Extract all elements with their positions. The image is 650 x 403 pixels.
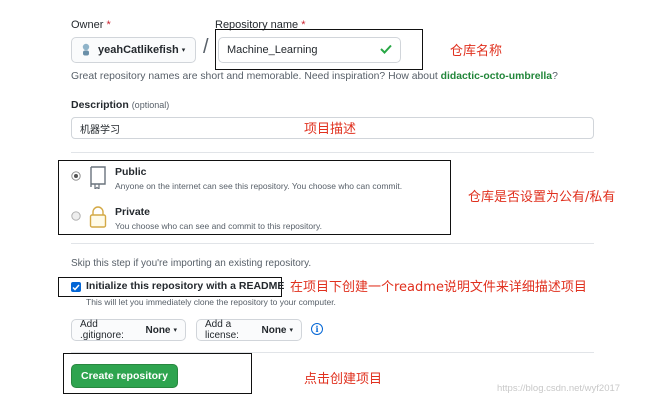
- readme-description: This will let you immediately clone the …: [86, 297, 336, 307]
- lock-icon: [88, 205, 108, 234]
- readme-label: Initialize this repository with a README: [86, 280, 285, 292]
- owner-dropdown[interactable]: yeahCatlikefish ▾: [71, 37, 196, 63]
- repo-icon: [88, 165, 108, 194]
- license-button[interactable]: Add a license: None ▾: [196, 319, 302, 341]
- private-radio[interactable]: [71, 208, 81, 226]
- annotation-description: 项目描述: [304, 122, 357, 137]
- gitignore-prefix: Add .gitignore:: [80, 319, 124, 341]
- avatar: [80, 43, 92, 57]
- caret-down-icon: ▾: [181, 47, 186, 54]
- annotation-readme: 在项目下创建一个readme说明文件来详细描述项目: [290, 280, 587, 295]
- license-value: None: [261, 324, 287, 336]
- readme-checkbox[interactable]: [71, 282, 81, 292]
- public-description: Anyone on the internet can see this repo…: [115, 181, 403, 191]
- public-radio[interactable]: [71, 168, 81, 186]
- caret-down-icon: ▾: [173, 327, 177, 334]
- description-value: 机器学习: [80, 124, 120, 136]
- owner-label: Owner *: [71, 19, 111, 31]
- annotation-visibility: 仓库是否设置为公有/私有: [468, 190, 616, 205]
- name-hint: Great repository names are short and mem…: [71, 71, 558, 82]
- owner-value: yeahCatlikefish: [98, 44, 179, 56]
- private-title: Private: [115, 206, 151, 218]
- skip-text: Skip this step if you're importing an ex…: [71, 258, 312, 269]
- license-prefix: Add a license:: [205, 319, 239, 341]
- divider: [71, 243, 594, 244]
- info-icon[interactable]: i: [311, 323, 323, 335]
- create-repository-button[interactable]: Create repository: [71, 364, 178, 388]
- watermark: https://blog.csdn.net/wyf2017: [497, 383, 621, 394]
- annotation-create: 点击创建项目: [304, 372, 383, 387]
- annotation-repo-name: 仓库名称: [450, 44, 503, 59]
- gitignore-value: None: [145, 324, 171, 336]
- private-description: You choose who can see and commit to thi…: [115, 221, 322, 231]
- slash-separator: /: [203, 36, 209, 58]
- gitignore-button[interactable]: Add .gitignore: None ▾: [71, 319, 186, 341]
- name-suggestion[interactable]: didactic-octo-umbrella: [441, 71, 552, 82]
- divider: [71, 152, 594, 153]
- description-label: Description (optional): [71, 99, 170, 111]
- caret-down-icon: ▾: [289, 327, 293, 334]
- repo-name-highlight-box: [215, 29, 423, 70]
- public-title: Public: [115, 166, 147, 178]
